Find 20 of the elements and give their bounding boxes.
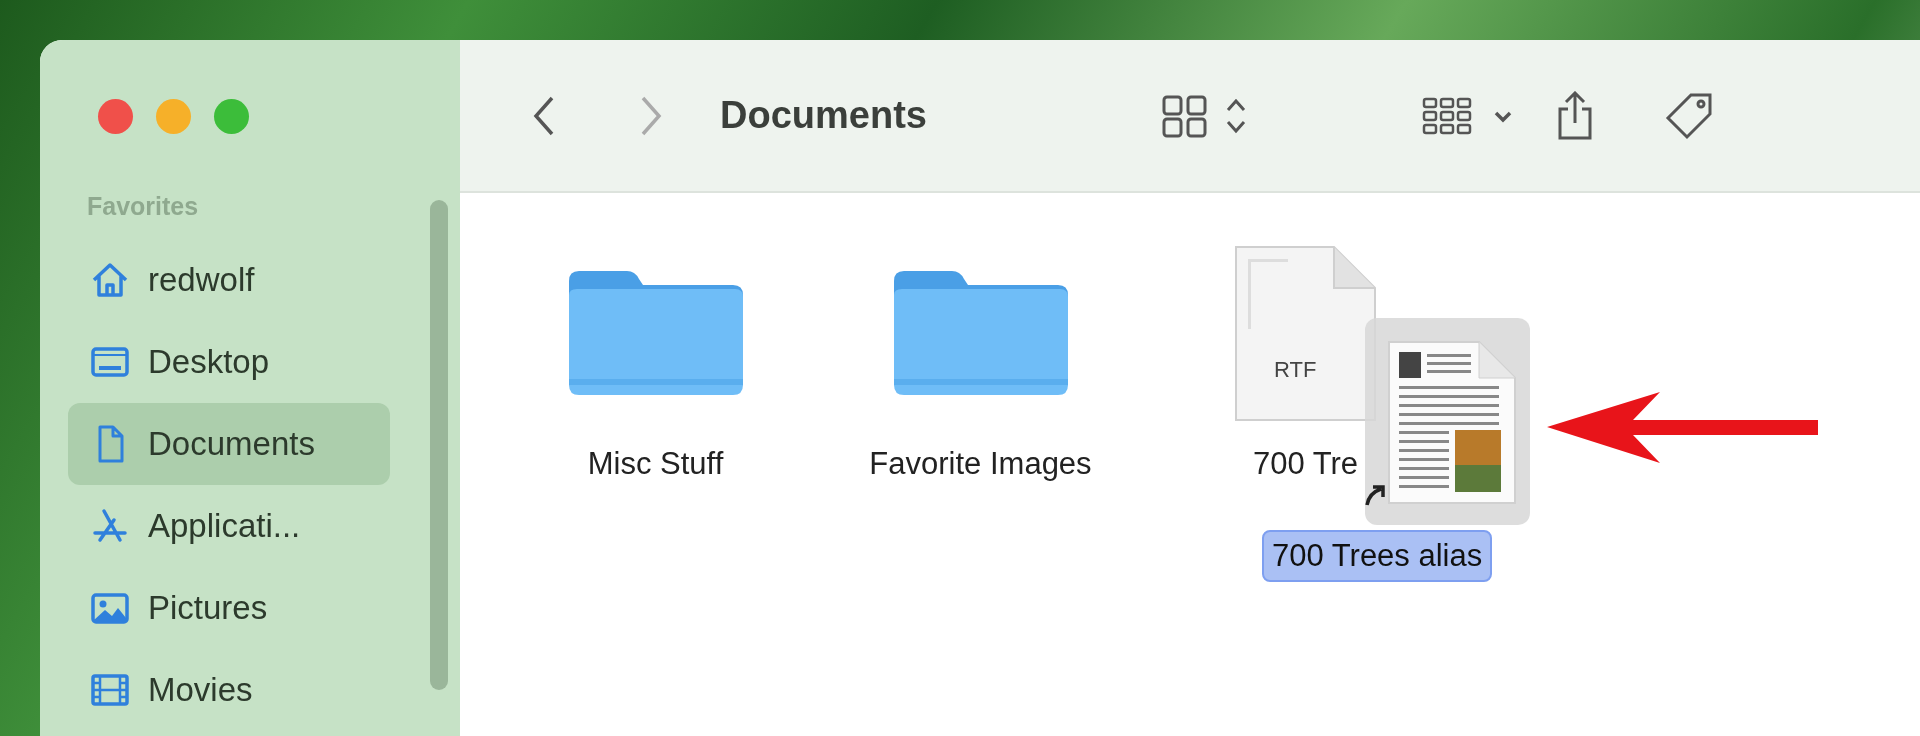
dragged-alias-icon[interactable] [1365, 318, 1530, 525]
file-name[interactable]: Favorite Images [869, 446, 1092, 482]
window-title: Documents [720, 94, 927, 137]
rtf-document-icon: RTF [1234, 244, 1377, 422]
file-name[interactable]: 700 Tre [1252, 446, 1359, 482]
file-name[interactable]: Misc Stuff [587, 446, 724, 482]
section-header: Favorites [87, 192, 199, 221]
home-icon [90, 260, 130, 300]
sidebar-item[interactable]: Movies [68, 649, 390, 731]
scrollbar[interactable] [430, 200, 448, 690]
sidebar-item[interactable]: Pictures [68, 567, 390, 649]
sidebar-item[interactable]: Documents [68, 403, 390, 485]
close-button[interactable] [98, 99, 133, 134]
sidebar-item[interactable]: Applicati... [68, 485, 390, 567]
sidebar-item[interactable]: Desktop [68, 321, 390, 403]
folder-icon [893, 271, 1068, 395]
folder-icon [568, 271, 743, 395]
alias-name-field[interactable]: 700 Trees alias [1262, 530, 1493, 582]
tag-icon[interactable] [1664, 91, 1713, 140]
sidebar-item[interactable]: redwolf [68, 239, 390, 321]
